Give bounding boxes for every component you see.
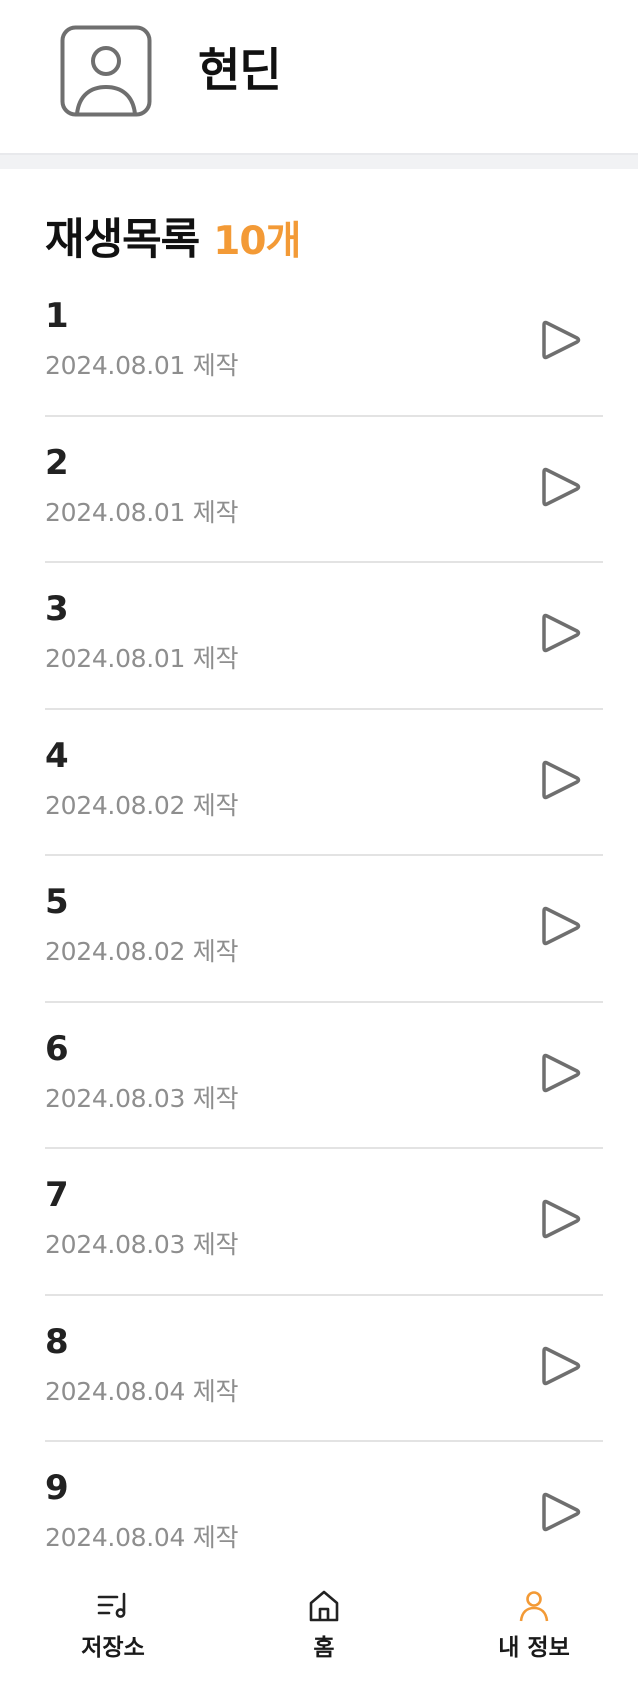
play-icon[interactable] [539, 1489, 585, 1535]
playlist-row[interactable]: 6 2024.08.03 제작 [45, 1003, 603, 1149]
section-divider [0, 153, 638, 169]
playlist-title: 9 [45, 1468, 69, 1508]
user-name: 현딘 [198, 43, 282, 97]
profile-header: 현딘 [0, 0, 638, 153]
home-icon [306, 1588, 342, 1624]
playlist-row[interactable]: 7 2024.08.03 제작 [45, 1149, 603, 1296]
playlist-date: 2024.08.01 제작 [45, 351, 239, 380]
playlist-date: 2024.08.04 제작 [45, 1523, 239, 1552]
play-icon[interactable] [539, 757, 585, 803]
tab-my-info-label: 내 정보 [498, 1635, 570, 1661]
tab-home-label: 홈 [313, 1635, 335, 1661]
playlist-section-label: 재생목록 [45, 215, 200, 265]
playlist-title: 2 [45, 442, 69, 483]
app-screen: 현딘 재생목록 10개 1 2024.08.01 제작 2 2024.08.01… [0, 0, 638, 1686]
playlist-title: 4 [45, 735, 69, 776]
playlist-row[interactable]: 1 2024.08.01 제작 [45, 270, 603, 417]
user-avatar-icon[interactable] [60, 25, 152, 117]
playlist-title: 8 [45, 1321, 69, 1362]
tab-storage-label: 저장소 [81, 1635, 145, 1661]
playlist-row[interactable]: 2 2024.08.01 제작 [45, 417, 603, 563]
playlist-title: 7 [45, 1175, 69, 1215]
playlist-date: 2024.08.02 제작 [45, 937, 239, 966]
play-icon[interactable] [539, 903, 585, 949]
playlist-title: 5 [45, 882, 69, 922]
playlist-row[interactable]: 9 2024.08.04 제작 [45, 1442, 603, 1568]
tab-storage[interactable]: 저장소 [43, 1588, 183, 1668]
tab-my-info[interactable]: 내 정보 [464, 1588, 604, 1668]
play-icon[interactable] [539, 317, 585, 363]
playlist-row[interactable]: 8 2024.08.04 제작 [45, 1296, 603, 1442]
playlist-row[interactable]: 5 2024.08.02 제작 [45, 856, 603, 1003]
play-icon[interactable] [539, 464, 585, 510]
play-icon[interactable] [539, 1196, 585, 1242]
play-icon[interactable] [539, 1343, 585, 1389]
playlist-date: 2024.08.01 제작 [45, 644, 239, 673]
tab-home[interactable]: 홈 [254, 1588, 394, 1668]
play-icon[interactable] [539, 610, 585, 656]
person-icon [516, 1588, 552, 1624]
bottom-tab-bar: 저장소 홈 내 정보 [0, 1568, 638, 1686]
playlist-list: 1 2024.08.01 제작 2 2024.08.01 제작 3 2024.0… [45, 270, 603, 1568]
playlist-date: 2024.08.04 제작 [45, 1376, 239, 1406]
playlist-date: 2024.08.03 제작 [45, 1083, 239, 1113]
playlist-date: 2024.08.03 제작 [45, 1230, 239, 1259]
playlist-row[interactable]: 3 2024.08.01 제작 [45, 563, 603, 710]
play-icon[interactable] [539, 1050, 585, 1096]
playlist-title: 6 [45, 1028, 69, 1069]
playlist-date: 2024.08.02 제작 [45, 790, 239, 820]
playlist-count-badge: 10개 [213, 219, 301, 264]
playlist-title: 3 [45, 589, 69, 629]
playlist-date: 2024.08.01 제작 [45, 497, 239, 527]
playlist-section-title: 재생목록 10개 [45, 205, 301, 265]
playlist-title: 1 [45, 296, 69, 336]
playlist-music-icon [95, 1588, 131, 1624]
playlist-row[interactable]: 4 2024.08.02 제작 [45, 710, 603, 856]
